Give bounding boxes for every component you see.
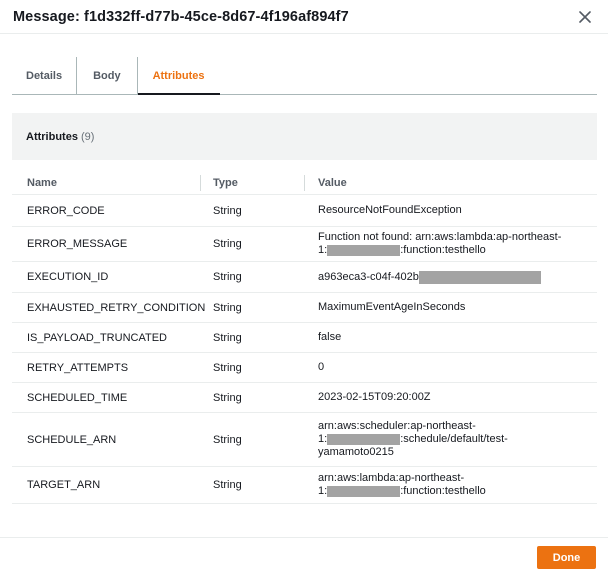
attributes-table: Name Type Value ERROR_CODE String Resour… [12,171,597,504]
attribute-value: arn:aws:scheduler:ap-northeast- 1: :sched… [318,413,578,466]
attribute-value: ResourceNotFoundException [318,204,462,216]
modal-title: Message: f1d332ff-d77b-45ce-8d67-4f196af… [13,8,349,25]
message-modal: Message: f1d332ff-d77b-45ce-8d67-4f196af… [0,0,608,575]
attribute-value: false [318,331,342,343]
value-line: arn:aws:lambda:ap-northeast- [318,472,465,484]
tab-label: Body [93,69,121,82]
attribute-value: 0 [318,361,325,373]
table-row: RETRY_ATTEMPTS String 0 [12,353,597,383]
attribute-value: Function not found: arn:aws:lambda:ap-no… [318,227,578,261]
value-line: :function:testhello [400,485,486,497]
attribute-type: String [213,331,242,344]
attribute-value: arn:aws:lambda:ap-northeast- 1: :function… [318,467,578,503]
close-icon [579,10,591,23]
attribute-name: TARGET_ARN [27,479,101,491]
tab-body[interactable]: Body [77,57,137,94]
attribute-name: SCHEDULED_TIME [27,391,128,404]
value-line: :function:testhello [400,244,486,256]
redacted-account-id [327,244,401,256]
table-header-row: Name Type Value [12,171,597,195]
modal-header: Message: f1d332ff-d77b-45ce-8d67-4f196af… [0,0,608,34]
attribute-name: SCHEDULE_ARN [27,433,117,446]
attribute-value: 2023-02-15T09:20:00Z [318,391,431,403]
column-header-value[interactable]: Value [318,171,578,195]
tab-attributes[interactable]: Attributes [137,57,220,95]
value-line: 1: [318,485,328,497]
attribute-type: String [213,271,242,283]
column-header-name[interactable]: Name [27,171,197,195]
table-row: IS_PAYLOAD_TRUNCATED String false [12,323,597,353]
value-line: 1: [318,433,328,445]
panel-title: Attributes [26,130,78,143]
attribute-name: EXHAUSTED_RETRY_CONDITION [27,301,206,314]
attribute-type: String [213,204,242,217]
attribute-count: (9) [80,130,95,143]
column-header-type[interactable]: Type [213,171,303,195]
attribute-type: String [213,391,242,404]
table-row: SCHEDULE_ARN String arn:aws:scheduler:ap… [12,413,597,467]
attribute-value: a963eca3-c04f-402b [318,262,578,292]
attribute-value: MaximumEventAgeInSeconds [318,301,466,313]
value-line: yamamoto0215 [318,446,394,458]
attribute-type: String [213,433,242,446]
tab-details[interactable]: Details [12,57,76,94]
panel-header: Attributes (9) [12,113,597,160]
table-row: SCHEDULED_TIME String 2023-02-15T09:20:0… [12,383,597,413]
attributes-panel: Attributes (9) Name Type Value ERROR_COD… [12,113,597,513]
attribute-type: String [213,301,242,314]
redacted-account-id [327,433,401,445]
attribute-type: String [213,361,242,374]
attribute-name: ERROR_MESSAGE [27,238,128,250]
value-line: arn:aws:scheduler:ap-northeast- [318,420,476,432]
table-row: ERROR_CODE String ResourceNotFoundExcept… [12,195,597,227]
redacted-execution-id [418,270,541,284]
done-button[interactable]: Done [537,546,596,569]
value-line: 1: [318,244,328,256]
tab-bar: Details Body Attributes [12,57,597,95]
attribute-name: EXECUTION_ID [27,271,109,283]
value-line: :schedule/default/test- [400,433,508,445]
column-divider [304,175,305,191]
attribute-name: IS_PAYLOAD_TRUNCATED [27,331,167,344]
value-text: a963eca3-c04f-402b [318,270,419,283]
tab-label: Details [26,69,63,82]
tab-label: Attributes [152,69,205,82]
value-line: Function not found: arn:aws:lambda:ap-no… [318,231,562,243]
column-divider [200,175,201,191]
close-button[interactable] [576,8,594,26]
attribute-type: String [213,238,242,250]
table-row: EXECUTION_ID String a963eca3-c04f-402b [12,262,597,293]
table-row: EXHAUSTED_RETRY_CONDITION String Maximum… [12,293,597,323]
attribute-type: String [213,479,242,491]
table-row: TARGET_ARN String arn:aws:lambda:ap-nort… [12,467,597,504]
attribute-name: ERROR_CODE [27,204,105,217]
modal-footer: Done [0,537,608,575]
table-row: ERROR_MESSAGE String Function not found:… [12,227,597,262]
redacted-account-id [327,485,401,497]
attribute-name: RETRY_ATTEMPTS [27,361,129,374]
